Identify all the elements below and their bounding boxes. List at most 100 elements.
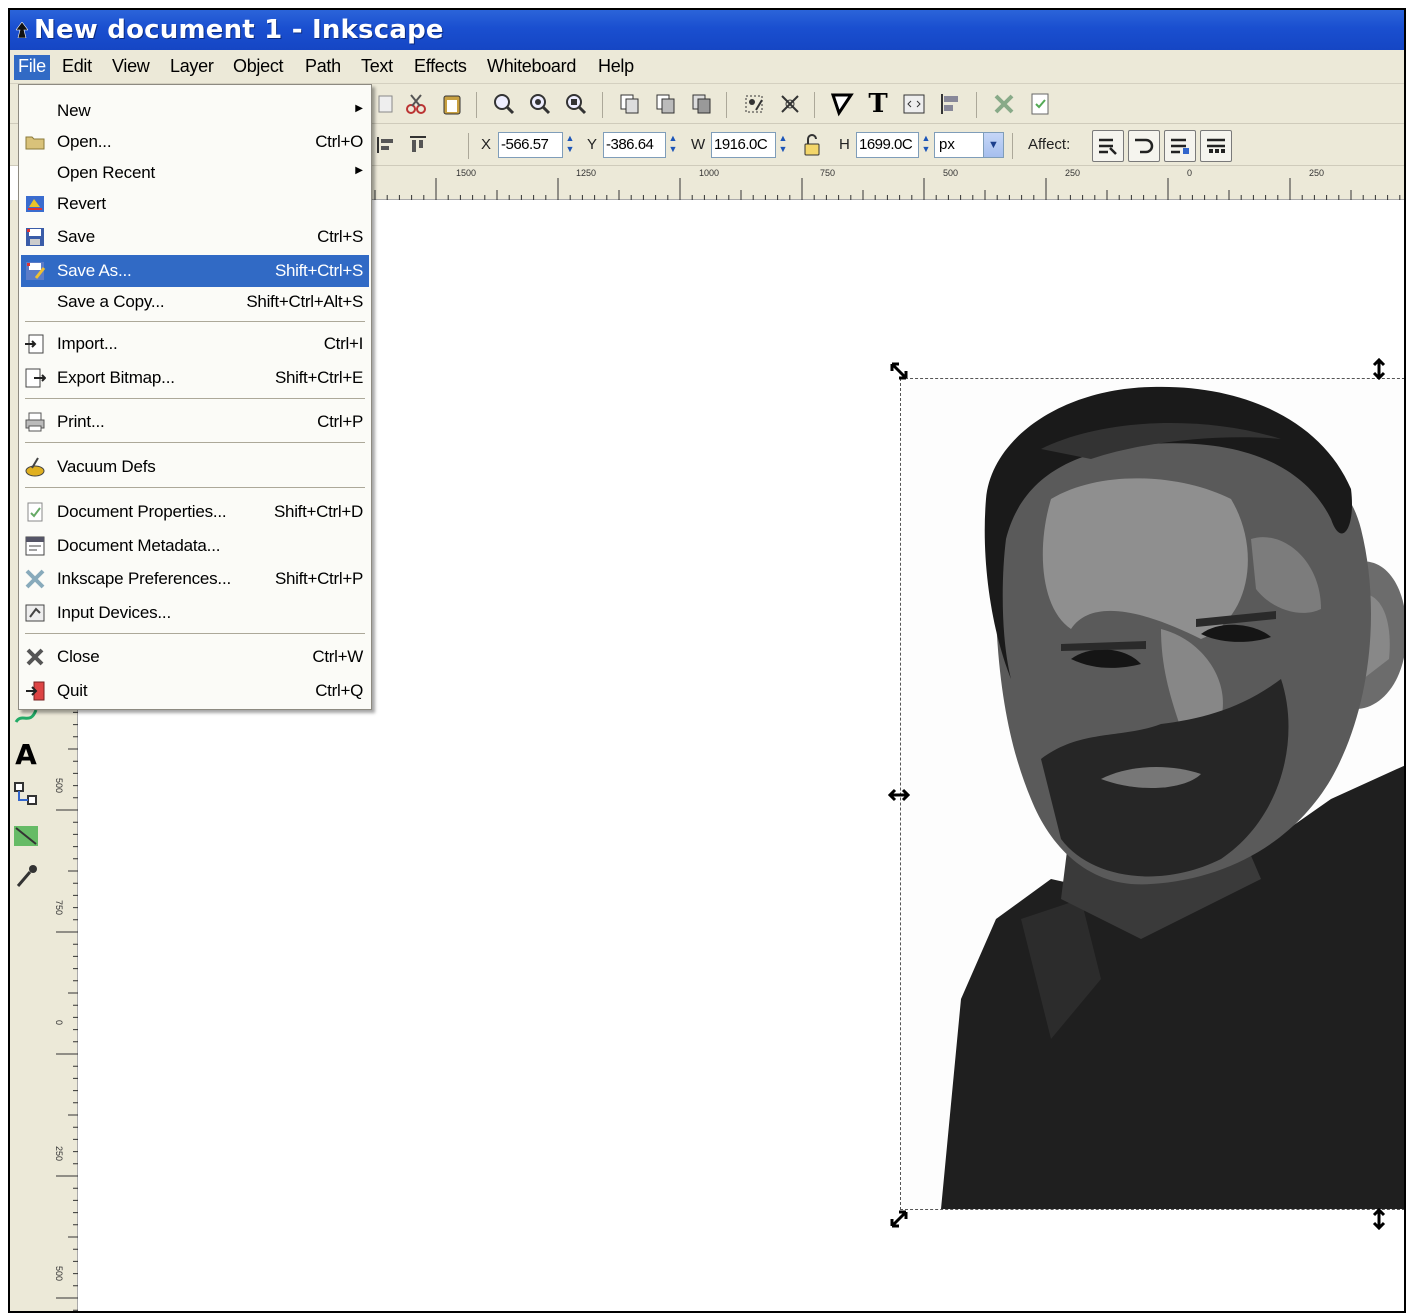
menu-item-shortcut: Shift+Ctrl+S: [274, 261, 363, 280]
text-tool-icon[interactable]: A: [12, 738, 40, 771]
scale-stroke-icon[interactable]: [1092, 130, 1124, 162]
paste-in-place-icon[interactable]: [372, 90, 400, 118]
menu-item-shortcut: Ctrl+I: [323, 334, 364, 353]
menu-item-close[interactable]: Close Ctrl+W: [21, 641, 369, 673]
h-field[interactable]: 1699.0C: [856, 132, 919, 158]
menu-item-quit[interactable]: Quit Ctrl+Q: [21, 675, 369, 707]
menu-separator: [25, 398, 365, 399]
cut-icon[interactable]: [402, 90, 430, 118]
menu-item-shortcut: Shift+Ctrl+Alt+S: [246, 292, 363, 311]
menu-item-import[interactable]: Import... Ctrl+I: [21, 328, 369, 360]
menu-item-revert[interactable]: Revert: [21, 188, 369, 220]
dropper-tool-icon[interactable]: [12, 862, 40, 890]
vruler-label-3: 0: [54, 1020, 64, 1026]
menu-item-shortcut: Ctrl+S: [317, 227, 363, 246]
menu-item-save-a-copy[interactable]: Save a Copy... Shift+Ctrl+Alt+S: [21, 286, 369, 318]
x-field[interactable]: -566.57: [498, 132, 563, 158]
menu-whiteboard[interactable]: Whiteboard: [483, 55, 580, 80]
scale-handle-top-left-icon[interactable]: [888, 360, 910, 382]
raise-icon[interactable]: [372, 131, 400, 159]
menu-path[interactable]: Path: [301, 55, 345, 80]
unlink-clone-icon[interactable]: [688, 90, 716, 118]
lock-proportions-icon[interactable]: [798, 131, 826, 159]
menu-item-label: Save As...: [57, 261, 132, 280]
duplicate-icon[interactable]: [616, 90, 644, 118]
ruler-label-1250: 1250: [576, 168, 597, 178]
menu-object[interactable]: Object: [229, 55, 287, 80]
connector-tool-icon[interactable]: [12, 780, 40, 808]
export-bitmap-icon: [25, 368, 46, 388]
w-spinner[interactable]: ▲ ▼: [776, 133, 790, 157]
y-field[interactable]: -386.64: [603, 132, 666, 158]
scale-handle-left-icon[interactable]: [888, 784, 910, 806]
zoom-selection-icon[interactable]: [490, 90, 518, 118]
menu-item-new[interactable]: New ▶: [21, 95, 369, 127]
menu-item-vacuum-defs[interactable]: Vacuum Defs: [21, 451, 369, 483]
h-spinner[interactable]: ▲ ▼: [919, 133, 933, 157]
ungroup-icon[interactable]: [776, 90, 804, 118]
w-field[interactable]: 1916.0C: [711, 132, 776, 158]
save-as-icon: [26, 262, 46, 280]
menu-item-open[interactable]: Open... Ctrl+O: [21, 126, 369, 158]
align-distribute-icon[interactable]: [936, 90, 964, 118]
menu-effects[interactable]: Effects: [410, 55, 471, 80]
scale-handle-bottom-right-icon[interactable]: [1368, 1208, 1390, 1230]
transform-gradients-icon[interactable]: [1164, 130, 1196, 162]
menu-item-label: Document Metadata...: [57, 536, 221, 555]
unit-value: px: [939, 136, 955, 153]
fill-stroke-icon[interactable]: [828, 90, 856, 118]
menu-item-document-properties[interactable]: Document Properties... Shift+Ctrl+D: [21, 496, 369, 528]
menu-item-shortcut: Ctrl+O: [315, 132, 363, 151]
menu-separator: [25, 442, 365, 443]
gradient-tool-icon[interactable]: [12, 822, 40, 850]
lower-icon[interactable]: [404, 131, 432, 159]
menu-item-print[interactable]: Print... Ctrl+P: [21, 406, 369, 438]
menu-item-input-devices[interactable]: Input Devices...: [21, 597, 369, 629]
ruler-label-500: 500: [943, 168, 959, 178]
w-label: W: [691, 136, 706, 153]
xml-editor-icon[interactable]: [900, 90, 928, 118]
transform-patterns-icon[interactable]: [1200, 130, 1232, 162]
menu-bar: File Edit View Layer Object Path Text Ef…: [10, 50, 1404, 84]
x-spinner[interactable]: ▲ ▼: [563, 133, 577, 157]
vruler-label-5: 500: [54, 1266, 64, 1282]
scale-handle-top-right-icon[interactable]: [1368, 358, 1390, 380]
menu-item-label: Revert: [57, 194, 106, 213]
inkscape-window: New document 1 - Inkscape File Edit View…: [8, 8, 1406, 1313]
menu-help[interactable]: Help: [594, 55, 638, 80]
menu-view[interactable]: View: [108, 55, 154, 80]
menu-item-label: Inkscape Preferences...: [57, 569, 231, 588]
y-spinner[interactable]: ▲ ▼: [666, 133, 680, 157]
menu-item-document-metadata[interactable]: Document Metadata...: [21, 530, 369, 562]
menu-item-save-as[interactable]: Save As... Shift+Ctrl+S: [21, 255, 369, 287]
vruler-label-1: 500: [54, 778, 64, 794]
chevron-down-icon[interactable]: ▼: [983, 133, 1003, 157]
vruler-label-2: 750: [54, 900, 64, 916]
menu-separator: [25, 321, 365, 322]
clone-icon[interactable]: [652, 90, 680, 118]
vruler-label-4: 250: [54, 1146, 64, 1162]
unit-select[interactable]: px ▼: [934, 132, 1004, 158]
document-properties-toolbar-icon[interactable]: [1026, 90, 1054, 118]
menu-text[interactable]: Text: [357, 55, 397, 80]
scale-handle-bottom-left-icon[interactable]: [888, 1208, 910, 1230]
zoom-page-icon[interactable]: [562, 90, 590, 118]
text-font-icon[interactable]: T: [864, 89, 892, 119]
window-title: New document 1 - Inkscape: [34, 15, 444, 45]
menu-item-export-bitmap[interactable]: Export Bitmap... Shift+Ctrl+E: [21, 362, 369, 394]
menu-item-save[interactable]: Save Ctrl+S: [21, 221, 369, 253]
preferences-toolbar-icon[interactable]: [990, 90, 1018, 118]
scale-corners-icon[interactable]: [1128, 130, 1160, 162]
menu-item-open-recent[interactable]: Open Recent ▶: [21, 157, 369, 189]
group-icon[interactable]: [740, 90, 768, 118]
zoom-drawing-icon[interactable]: [526, 90, 554, 118]
menu-file[interactable]: File: [14, 55, 50, 80]
menu-edit[interactable]: Edit: [58, 55, 96, 80]
vacuum-icon: [25, 457, 45, 477]
menu-layer[interactable]: Layer: [166, 55, 218, 80]
paste-icon[interactable]: [438, 90, 466, 118]
ruler-label-0: 0: [1187, 168, 1193, 178]
menu-item-inkscape-preferences[interactable]: Inkscape Preferences... Shift+Ctrl+P: [21, 563, 369, 595]
menu-item-label: Open...: [57, 132, 112, 151]
submenu-arrow-icon: ▶: [355, 165, 363, 176]
